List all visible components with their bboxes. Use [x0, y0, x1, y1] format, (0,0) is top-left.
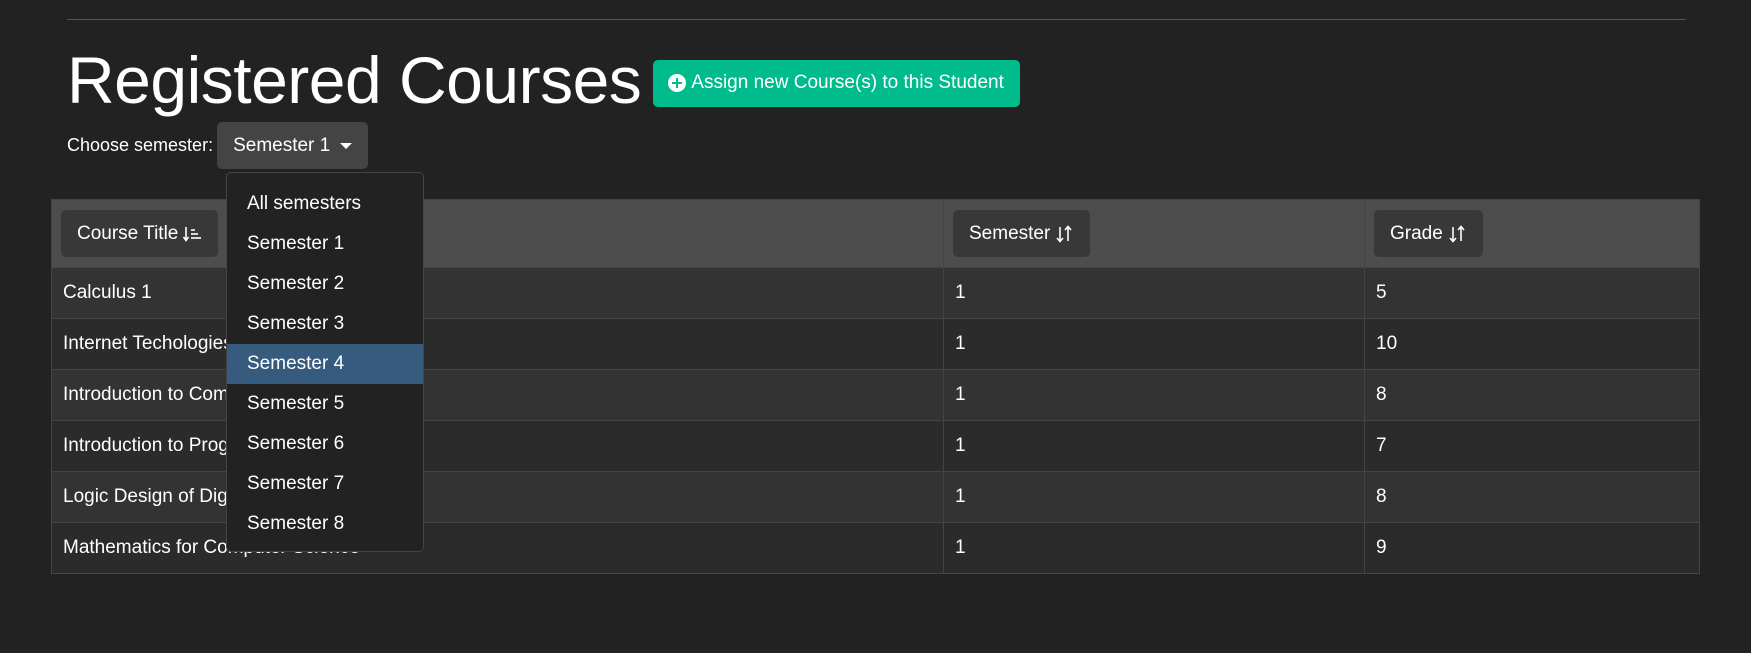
semester-option-all[interactable]: All semesters: [227, 184, 423, 224]
grade-cell: 8: [1364, 471, 1700, 523]
sort-grade-button[interactable]: Grade: [1374, 210, 1483, 257]
sort-arrows-icon: [1056, 224, 1072, 243]
choose-semester-label: Choose semester:: [67, 135, 214, 155]
sort-arrows-icon: [1449, 224, 1465, 243]
semester-option-1[interactable]: Semester 1: [227, 224, 423, 264]
assign-course-label: Assign new Course(s) to this Student: [691, 72, 1004, 93]
semester-option-7[interactable]: Semester 7: [227, 464, 423, 504]
grade-cell: 8: [1364, 369, 1700, 421]
semester-dropdown-toggle[interactable]: Semester 1: [217, 122, 369, 169]
semester-cell: 1: [943, 369, 1365, 421]
grade-cell: 5: [1364, 267, 1700, 319]
semester-option-4[interactable]: Semester 4: [227, 344, 423, 384]
header-semester: Semester: [943, 199, 1365, 268]
course-title-cell: Calculus 1: [51, 267, 944, 319]
semester-cell: 1: [943, 471, 1365, 523]
course-title-cell: Mathematics for Computer Science: [51, 522, 944, 574]
semester-option-2[interactable]: Semester 2: [227, 264, 423, 304]
course-title-cell: Logic Design of Digital Systems: [51, 471, 944, 523]
course-title-cell: Internet Techologies: [51, 318, 944, 370]
course-title-cell: Introduction to Programming: [51, 420, 944, 472]
semester-cell: 1: [943, 420, 1365, 472]
caret-down-icon: [340, 142, 353, 149]
assign-course-button[interactable]: Assign new Course(s) to this Student: [653, 59, 1020, 107]
header-grade: Grade: [1364, 199, 1700, 268]
grade-header-label: Grade: [1390, 222, 1443, 244]
grade-cell: 9: [1364, 522, 1700, 574]
page-title: Registered Courses: [67, 43, 642, 117]
semester-dropdown-menu: All semesters Semester 1 Semester 2 Seme…: [226, 172, 424, 552]
semester-option-6[interactable]: Semester 6: [227, 424, 423, 464]
semester-option-8[interactable]: Semester 8: [227, 504, 423, 544]
semester-option-5[interactable]: Semester 5: [227, 384, 423, 424]
semester-cell: 1: [943, 522, 1365, 574]
top-divider: [67, 19, 1686, 20]
semester-cell: 1: [943, 318, 1365, 370]
semester-option-3[interactable]: Semester 3: [227, 304, 423, 344]
semester-filter: Choose semester: Semester 1: [67, 122, 369, 169]
grade-cell: 10: [1364, 318, 1700, 370]
semester-selected-value: Semester 1: [233, 134, 331, 156]
header-course-title: Course Title: [51, 199, 944, 268]
sort-semester-button[interactable]: Semester: [953, 210, 1091, 257]
title-row: Registered Courses Assign new Course(s) …: [67, 40, 1020, 120]
semester-cell: 1: [943, 267, 1365, 319]
semester-header-label: Semester: [969, 222, 1051, 244]
course-title-header-label: Course Title: [77, 222, 179, 244]
grade-cell: 7: [1364, 420, 1700, 472]
plus-circle-icon: [668, 74, 687, 92]
sort-course-title-button[interactable]: Course Title: [61, 210, 219, 257]
course-title-cell: Introduction to Computer Science: [51, 369, 944, 421]
sort-alpha-down-icon: [183, 226, 202, 242]
